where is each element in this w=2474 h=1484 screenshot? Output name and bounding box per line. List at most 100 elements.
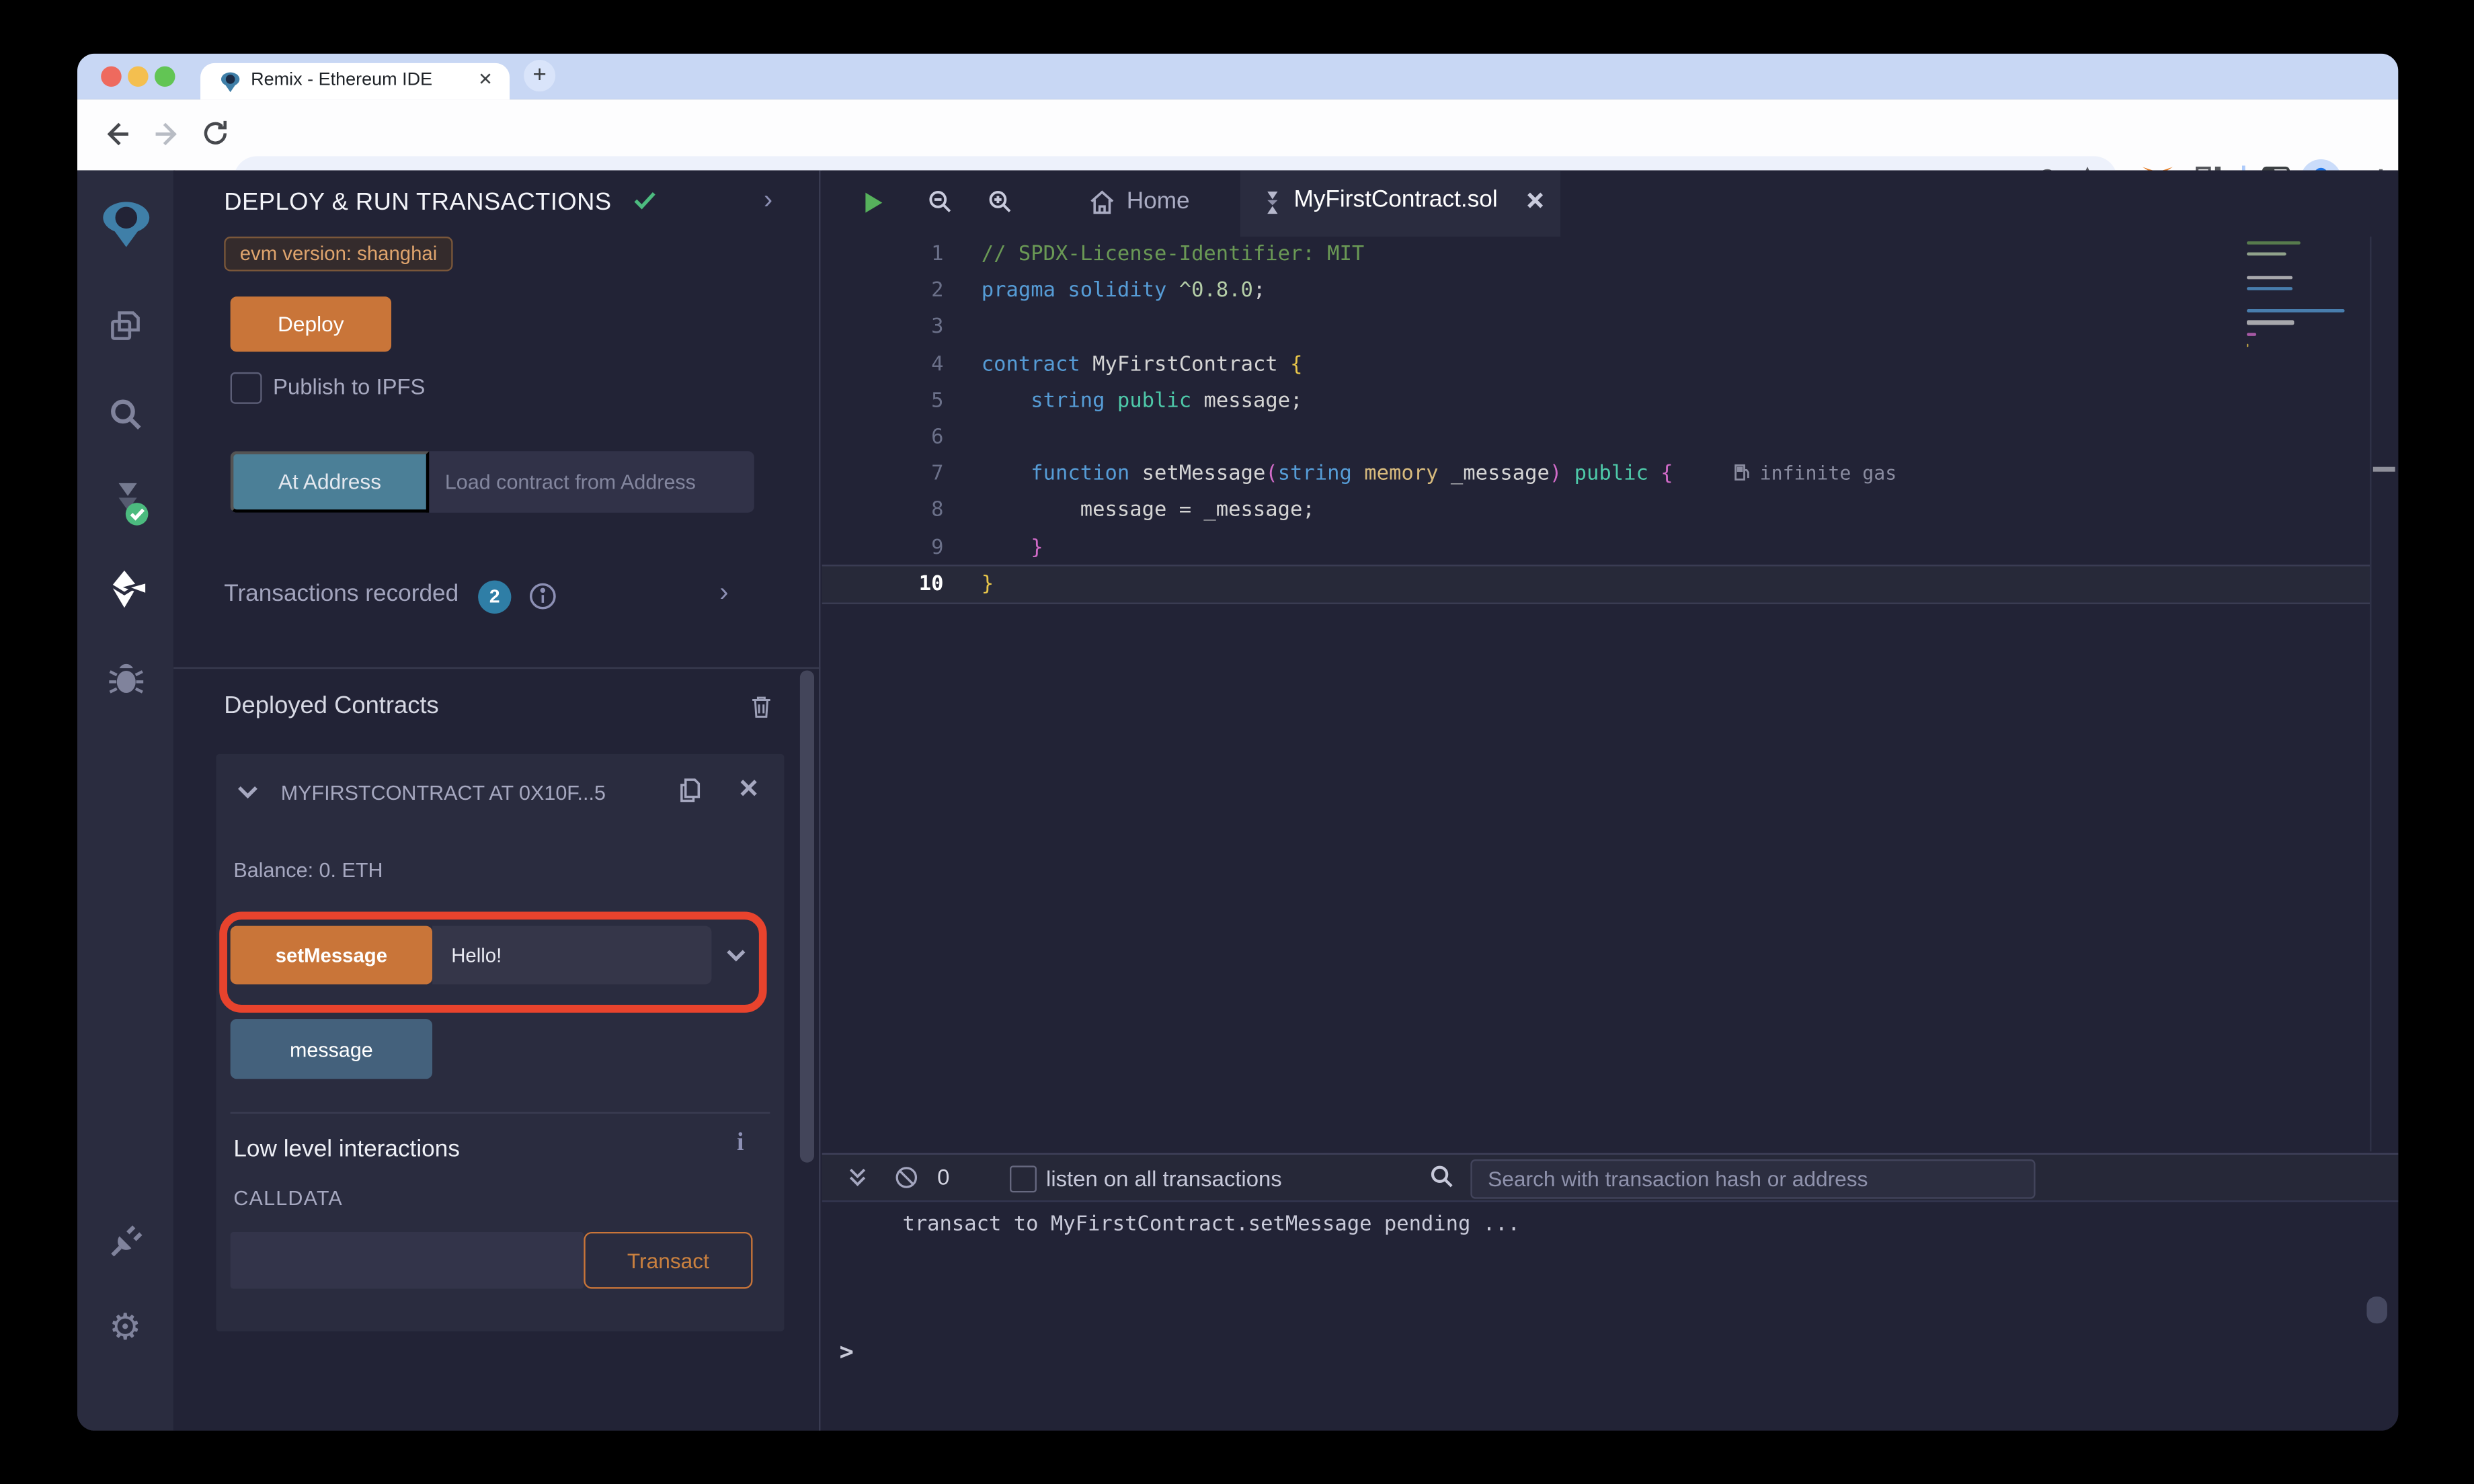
publish-ipfs-checkbox[interactable] — [230, 372, 262, 404]
settings-gear-icon[interactable]: ⚙ — [109, 1306, 150, 1347]
code-line[interactable]: 6 — [822, 419, 2370, 456]
card-divider — [230, 1112, 770, 1114]
contract-expand-chevron-icon[interactable] — [235, 779, 261, 805]
browser-window: Remix - Ethereum IDE ✕ + remix.ethereum.… — [77, 53, 2399, 1431]
remix-logo-icon[interactable] — [99, 199, 150, 247]
back-icon[interactable] — [99, 117, 134, 152]
code-text: } — [981, 572, 994, 596]
reload-icon[interactable] — [199, 117, 234, 152]
minimize-window-button[interactable] — [128, 66, 149, 87]
code-text: contract MyFirstContract { — [981, 352, 1303, 376]
at-address-input[interactable] — [429, 451, 754, 513]
close-file-tab-icon[interactable] — [1524, 190, 1546, 212]
panel-editor-divider — [819, 170, 821, 1431]
setmessage-button[interactable]: setMessage — [230, 925, 433, 985]
editor-tabbar: Home MyFirstContract.sol — [822, 170, 2399, 237]
screenshot: Remix - Ethereum IDE ✕ + remix.ethereum.… — [0, 0, 2474, 1484]
deployed-contract-card: MYFIRSTCONTRACT AT 0X10F...5 Balance: 0.… — [216, 753, 785, 1331]
code-line[interactable]: 2 pragma solidity ^0.8.0; — [822, 273, 2370, 309]
panel-collapse-chevron-icon[interactable]: › — [764, 185, 772, 216]
deploy-button[interactable]: Deploy — [230, 296, 392, 352]
code-line[interactable]: 7 function setMessage(string memory _mes… — [822, 456, 2370, 493]
code-line[interactable]: 1 // SPDX-License-Identifier: MIT — [822, 237, 2370, 273]
terminal-prompt: > — [839, 1337, 854, 1366]
code-editor[interactable]: 1 // SPDX-License-Identifier: MIT 2 pragma … — [822, 237, 2370, 1151]
transactions-info-icon[interactable] — [527, 581, 559, 612]
line-number: 9 — [931, 535, 944, 559]
code-line[interactable]: 8 message = _message; — [822, 493, 2370, 529]
setmessage-value-input[interactable] — [432, 925, 712, 985]
deploy-run-panel: DEPLOY & RUN TRANSACTIONS › evm version:… — [173, 170, 821, 1431]
editor-scrollbar-thumb[interactable] — [2372, 466, 2395, 472]
gas-estimate-annotation: infinite gas — [1733, 462, 1897, 485]
line-number: 2 — [931, 279, 944, 304]
panel-title: DEPLOY & RUN TRANSACTIONS — [224, 186, 658, 218]
search-icon[interactable] — [106, 395, 147, 436]
listen-transactions-checkbox[interactable] — [1010, 1165, 1037, 1193]
code-text: function setMessage(string memory _messa… — [1031, 462, 1897, 487]
editor-scrollbar-track — [2370, 237, 2372, 1152]
minimap-line — [2247, 286, 2292, 290]
terminal-search-input[interactable] — [1470, 1159, 2036, 1199]
tab-title: Remix - Ethereum IDE — [251, 71, 433, 90]
terminal-toolbar: 0 listen on all transactions — [822, 1153, 2399, 1202]
code-text: string public message; — [1031, 389, 1303, 413]
message-button[interactable]: message — [230, 1019, 433, 1079]
minimap-line — [2247, 321, 2294, 325]
clear-console-icon[interactable] — [893, 1164, 921, 1192]
run-script-play-icon[interactable] — [860, 188, 890, 218]
home-icon — [1087, 188, 1117, 218]
solidity-file-icon — [1263, 190, 1283, 216]
copy-address-icon[interactable] — [674, 773, 705, 808]
low-level-heading: Low level interactions — [233, 1135, 460, 1163]
low-level-info-icon[interactable]: i — [737, 1129, 744, 1157]
debugger-bug-icon[interactable] — [106, 656, 147, 697]
terminal-scrollbar-thumb[interactable] — [2366, 1296, 2387, 1324]
code-text: message = _message; — [981, 499, 1315, 523]
transact-button[interactable]: Transact — [584, 1231, 753, 1289]
maximize-window-button[interactable] — [155, 66, 175, 87]
at-address-button[interactable]: At Address — [230, 451, 430, 513]
file-tab-label: MyFirstContract.sol — [1293, 186, 1498, 213]
remix-app: ⚙ DEPLOY & RUN TRANSACTIONS › evm versio… — [77, 170, 2399, 1431]
calldata-input[interactable] — [230, 1231, 584, 1289]
code-line[interactable]: 5 string public message; — [822, 383, 2370, 419]
deploy-run-icon[interactable] — [106, 568, 148, 609]
terminal-log-line: transact to MyFirstContract.setMessage p… — [902, 1212, 1520, 1237]
zoom-in-icon[interactable] — [986, 188, 1016, 218]
expand-args-chevron-icon[interactable] — [724, 943, 748, 966]
contract-balance: Balance: 0. ETH — [233, 858, 383, 882]
clear-contracts-trash-icon[interactable] — [748, 692, 774, 720]
code-line[interactable]: 9 } — [822, 529, 2370, 565]
file-explorer-icon[interactable] — [106, 306, 147, 347]
panel-scrollbar[interactable] — [799, 670, 815, 1163]
solidity-compiler-icon[interactable] — [106, 479, 149, 526]
browser-tab[interactable]: Remix - Ethereum IDE ✕ — [200, 63, 510, 99]
minimap-line — [2247, 343, 2249, 347]
new-tab-button[interactable]: + — [524, 60, 556, 92]
line-number: 5 — [931, 389, 944, 413]
remove-contract-close-icon[interactable] — [737, 776, 760, 800]
code-text: } — [981, 535, 1043, 559]
code-line[interactable]: 10} — [822, 564, 2370, 604]
minimap-line — [2247, 241, 2301, 245]
line-number: 4 — [931, 352, 944, 376]
pending-count: 0 — [937, 1164, 950, 1190]
plugin-manager-icon[interactable] — [106, 1221, 147, 1262]
minimap-line — [2247, 252, 2287, 257]
editor-minimap[interactable] — [2247, 241, 2364, 355]
line-number: 8 — [931, 499, 944, 523]
tab-close-icon[interactable]: ✕ — [478, 69, 493, 90]
code-line[interactable]: 3 — [822, 310, 2370, 346]
code-line[interactable]: 4 contract MyFirstContract { — [822, 346, 2370, 382]
code-text: // SPDX-License-Identifier: MIT — [981, 243, 1365, 267]
compiled-check-icon — [634, 192, 656, 210]
tab-myfirstcontract[interactable]: MyFirstContract.sol — [1240, 170, 1561, 237]
zoom-out-icon[interactable] — [926, 188, 957, 218]
transactions-expand-chevron-icon[interactable]: › — [719, 577, 728, 609]
close-window-button[interactable] — [101, 66, 122, 87]
calldata-label: CALLDATA — [233, 1186, 343, 1210]
publish-ipfs-label: Publish to IPFS — [273, 374, 426, 399]
collapse-terminal-icon[interactable] — [846, 1164, 874, 1192]
forward-icon[interactable] — [150, 117, 185, 152]
